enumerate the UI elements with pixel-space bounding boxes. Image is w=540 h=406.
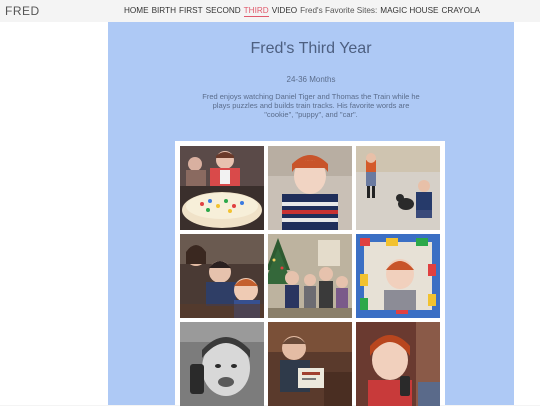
nav-item-second[interactable]: SECOND	[206, 6, 241, 15]
nav-item-birth[interactable]: BIRTH	[152, 6, 176, 15]
left-margin-panel	[0, 22, 108, 405]
photo-black-white-phone[interactable]	[180, 322, 264, 406]
nav-item-magic-house[interactable]: MAGIC HOUSE	[380, 6, 438, 15]
brand-logo[interactable]: FRED	[5, 4, 40, 18]
nav-item-crayola[interactable]: CRAYOLA	[442, 6, 481, 15]
top-bar: FRED HOME BIRTH FIRST SECOND THIRD VIDEO Fred'…	[0, 0, 540, 22]
nav-item-home[interactable]: HOME	[124, 6, 149, 15]
main-content: Fred's Third Year 24-36 Months Fred enjo…	[108, 22, 514, 406]
page-title: Fred's Third Year	[250, 40, 372, 57]
right-margin-panel	[514, 22, 540, 405]
main-nav: HOME BIRTH FIRST SECOND THIRD VIDEO Fred's Fav…	[124, 6, 483, 17]
photo-driveway-dog[interactable]	[356, 146, 440, 230]
photo-striped-shirt[interactable]	[268, 146, 352, 230]
nav-item-third[interactable]: THIRD	[243, 6, 269, 17]
nav-item-first[interactable]: FIRST	[179, 6, 203, 15]
photo-red-hair-phone[interactable]	[356, 322, 440, 406]
photo-christmas-family[interactable]	[268, 234, 352, 318]
page-subtitle: 24-36 Months	[286, 75, 336, 84]
photo-birthday-cake[interactable]	[180, 146, 264, 230]
page-description: Fred enjoys watching Daniel Tiger and Th…	[202, 92, 420, 119]
photo-gallery	[175, 141, 445, 406]
nav-sites-label: Fred's Favorite Sites:	[300, 6, 378, 15]
photo-reading-book[interactable]	[268, 322, 352, 406]
photo-family-couch[interactable]	[180, 234, 264, 318]
nav-item-video[interactable]: VIDEO	[272, 6, 297, 15]
photo-lego-frame[interactable]	[356, 234, 440, 318]
